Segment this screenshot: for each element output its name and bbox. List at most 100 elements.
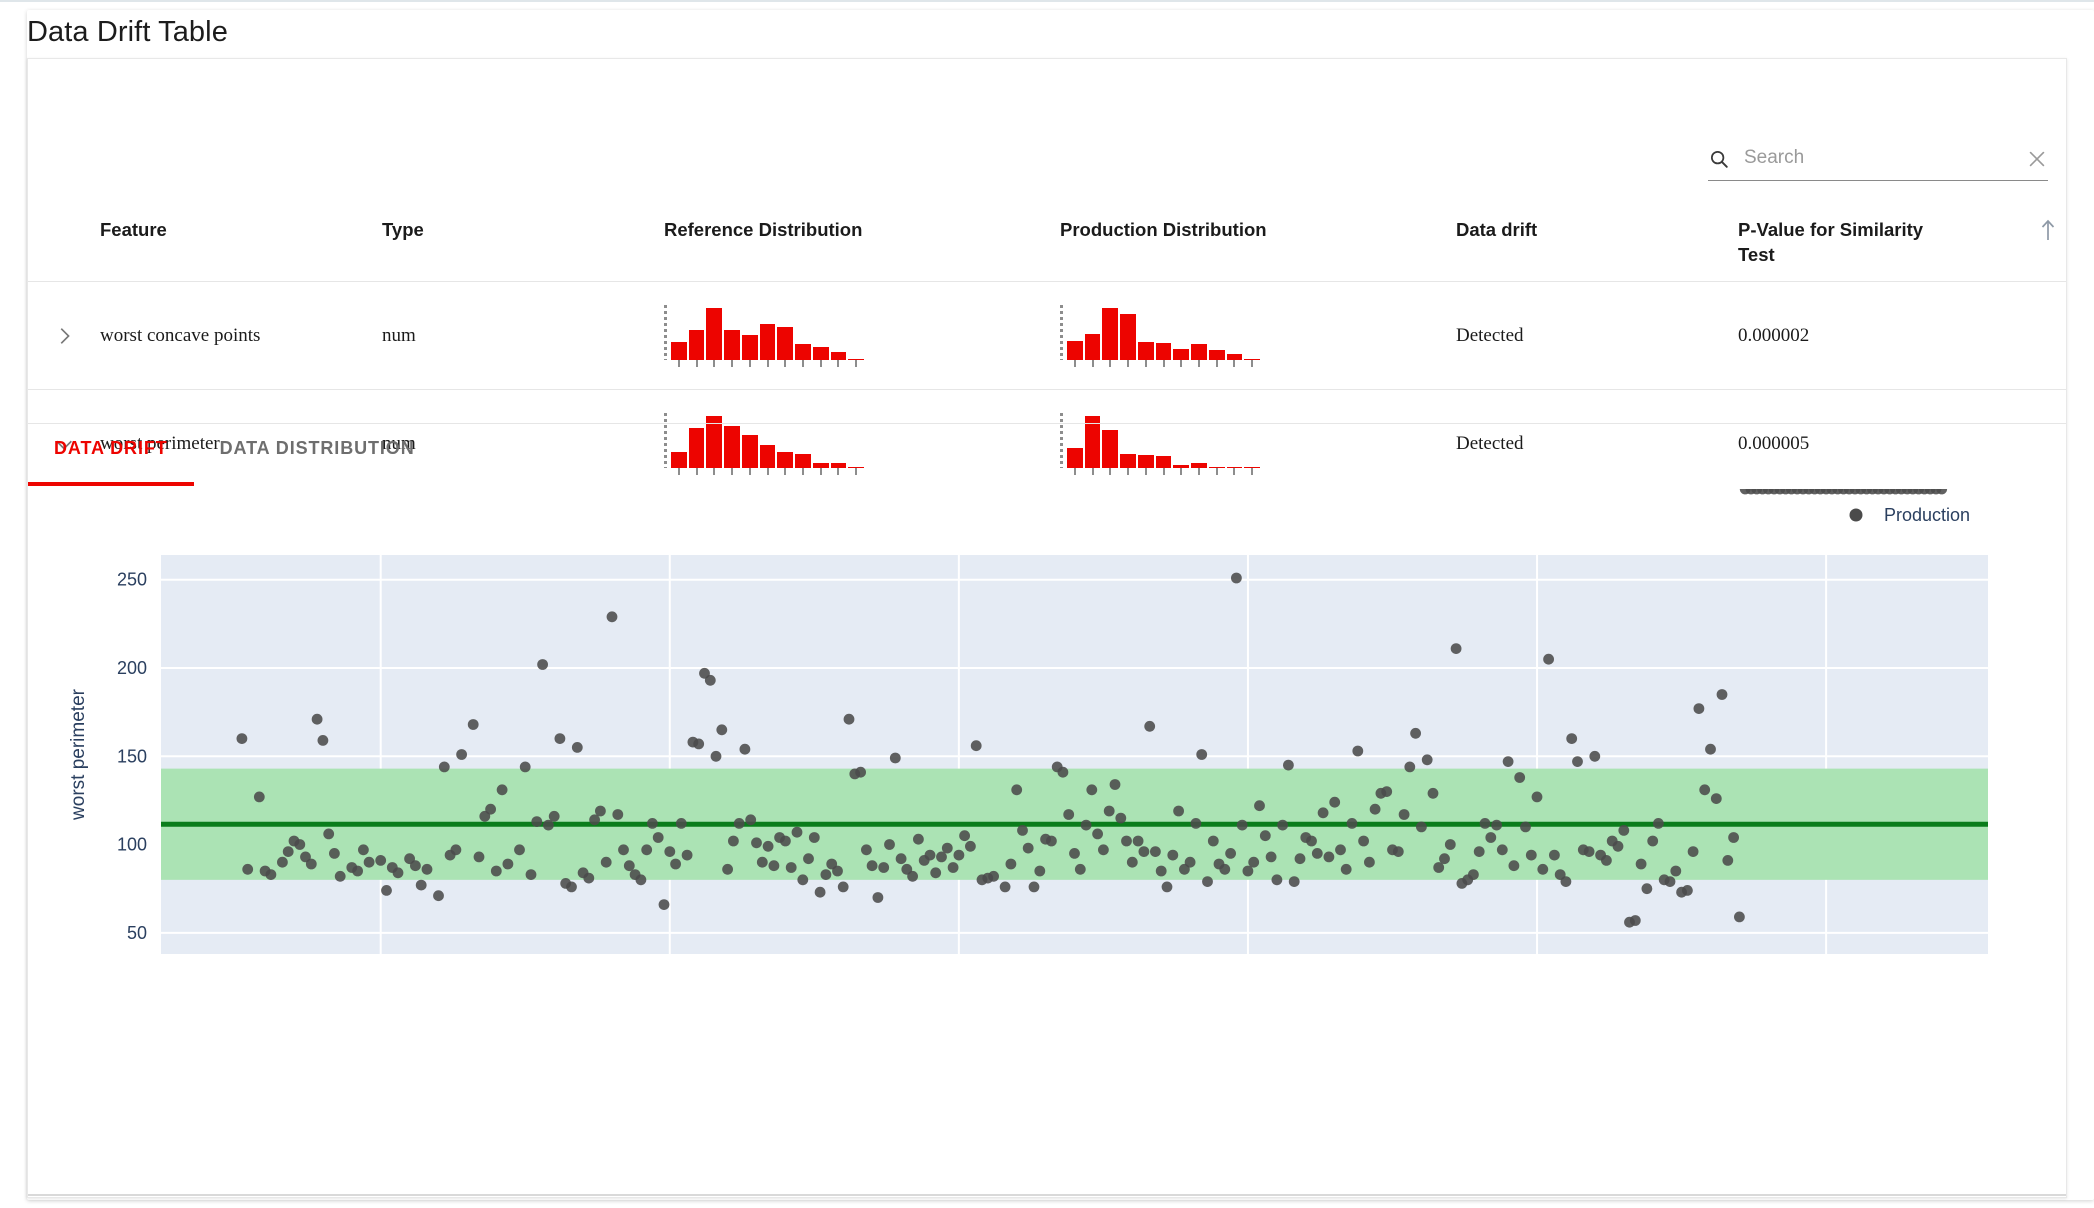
- data-point[interactable]: [930, 867, 942, 879]
- data-point[interactable]: [843, 713, 855, 725]
- data-point[interactable]: [959, 830, 970, 842]
- data-point[interactable]: [895, 853, 907, 865]
- data-point[interactable]: [317, 735, 329, 746]
- data-point[interactable]: [1294, 853, 1306, 865]
- data-point[interactable]: [456, 749, 467, 760]
- data-point[interactable]: [785, 862, 797, 873]
- data-point[interactable]: [1687, 846, 1699, 857]
- data-point[interactable]: [1549, 849, 1560, 861]
- data-point[interactable]: [652, 832, 664, 843]
- data-point[interactable]: [1722, 855, 1734, 866]
- data-point[interactable]: [1034, 865, 1046, 877]
- data-point[interactable]: [647, 818, 658, 829]
- data-point[interactable]: [583, 872, 595, 884]
- data-point[interactable]: [375, 855, 387, 866]
- data-point[interactable]: [1063, 809, 1075, 820]
- data-point[interactable]: [1259, 830, 1271, 842]
- data-point[interactable]: [832, 865, 843, 877]
- data-point[interactable]: [936, 851, 947, 863]
- data-point[interactable]: [1352, 745, 1364, 757]
- data-point[interactable]: [1566, 733, 1578, 744]
- data-point[interactable]: [265, 869, 277, 880]
- data-point[interactable]: [1705, 743, 1716, 755]
- data-point[interactable]: [531, 816, 543, 827]
- data-point[interactable]: [1017, 825, 1028, 836]
- data-point[interactable]: [1254, 800, 1265, 812]
- data-point[interactable]: [519, 761, 531, 773]
- data-point[interactable]: [878, 862, 890, 873]
- data-point[interactable]: [1647, 835, 1659, 847]
- data-point[interactable]: [1057, 766, 1069, 778]
- data-point[interactable]: [1306, 835, 1317, 847]
- data-point[interactable]: [595, 805, 606, 817]
- data-point[interactable]: [1011, 784, 1023, 796]
- data-point[interactable]: [1404, 761, 1416, 773]
- data-point[interactable]: [1670, 865, 1682, 877]
- data-point[interactable]: [814, 886, 826, 898]
- data-point[interactable]: [606, 611, 618, 623]
- tab-data-drift[interactable]: DATA DRIFT: [28, 424, 194, 486]
- data-point[interactable]: [1433, 862, 1445, 873]
- data-point[interactable]: [438, 761, 450, 773]
- data-point[interactable]: [970, 740, 982, 752]
- data-point[interactable]: [1167, 849, 1179, 861]
- data-point[interactable]: [675, 818, 687, 829]
- data-point[interactable]: [751, 837, 762, 849]
- data-point[interactable]: [808, 832, 820, 843]
- data-point[interactable]: [1618, 825, 1630, 836]
- data-point[interactable]: [1369, 803, 1381, 815]
- data-point[interactable]: [1022, 842, 1034, 854]
- data-point[interactable]: [1485, 832, 1497, 843]
- data-point[interactable]: [1381, 786, 1393, 797]
- data-point[interactable]: [1202, 876, 1213, 887]
- data-point[interactable]: [704, 674, 716, 686]
- data-point[interactable]: [756, 856, 768, 868]
- data-point[interactable]: [664, 846, 676, 857]
- data-point[interactable]: [1086, 784, 1098, 796]
- data-point[interactable]: [1173, 805, 1184, 817]
- table-row[interactable]: worst concave points num Detected 0.0000…: [28, 281, 2066, 389]
- data-point[interactable]: [924, 849, 936, 861]
- data-point[interactable]: [988, 870, 999, 882]
- data-point[interactable]: [884, 839, 895, 850]
- data-point[interactable]: [566, 881, 577, 893]
- data-point[interactable]: [1190, 818, 1202, 829]
- data-point[interactable]: [1277, 819, 1288, 831]
- search-bar[interactable]: [1708, 141, 2048, 181]
- data-point[interactable]: [485, 803, 496, 815]
- data-point[interactable]: [1028, 881, 1040, 893]
- data-point[interactable]: [861, 844, 872, 856]
- data-point[interactable]: [277, 856, 288, 868]
- data-point[interactable]: [1728, 832, 1739, 843]
- data-point[interactable]: [1150, 846, 1161, 857]
- data-point[interactable]: [1601, 855, 1612, 866]
- data-point[interactable]: [953, 849, 965, 861]
- data-point[interactable]: [768, 860, 780, 872]
- data-point[interactable]: [1317, 807, 1329, 819]
- data-point[interactable]: [693, 738, 705, 750]
- data-point[interactable]: [282, 846, 294, 857]
- data-point[interactable]: [1144, 720, 1156, 732]
- data-point[interactable]: [253, 791, 265, 803]
- data-point[interactable]: [1132, 835, 1144, 847]
- data-point[interactable]: [1005, 858, 1017, 870]
- column-header-data-drift[interactable]: Data drift: [1456, 201, 1738, 242]
- data-point[interactable]: [1121, 835, 1132, 847]
- column-header-reference-distribution[interactable]: Reference Distribution: [664, 201, 1060, 242]
- data-point[interactable]: [739, 743, 751, 755]
- data-point[interactable]: [1329, 796, 1341, 808]
- data-point[interactable]: [635, 874, 647, 886]
- data-point[interactable]: [1080, 819, 1092, 831]
- data-point[interactable]: [745, 814, 757, 826]
- data-point[interactable]: [450, 844, 462, 856]
- data-point[interactable]: [1427, 787, 1439, 799]
- data-point[interactable]: [1629, 915, 1641, 926]
- column-header-production-distribution[interactable]: Production Distribution: [1060, 201, 1456, 242]
- data-point[interactable]: [329, 848, 340, 859]
- chevron-right-icon[interactable]: [28, 325, 100, 347]
- data-point[interactable]: [820, 869, 832, 880]
- data-point[interactable]: [1126, 856, 1138, 868]
- data-point[interactable]: [1525, 849, 1537, 861]
- data-point[interactable]: [1155, 865, 1167, 877]
- data-point[interactable]: [1491, 819, 1502, 831]
